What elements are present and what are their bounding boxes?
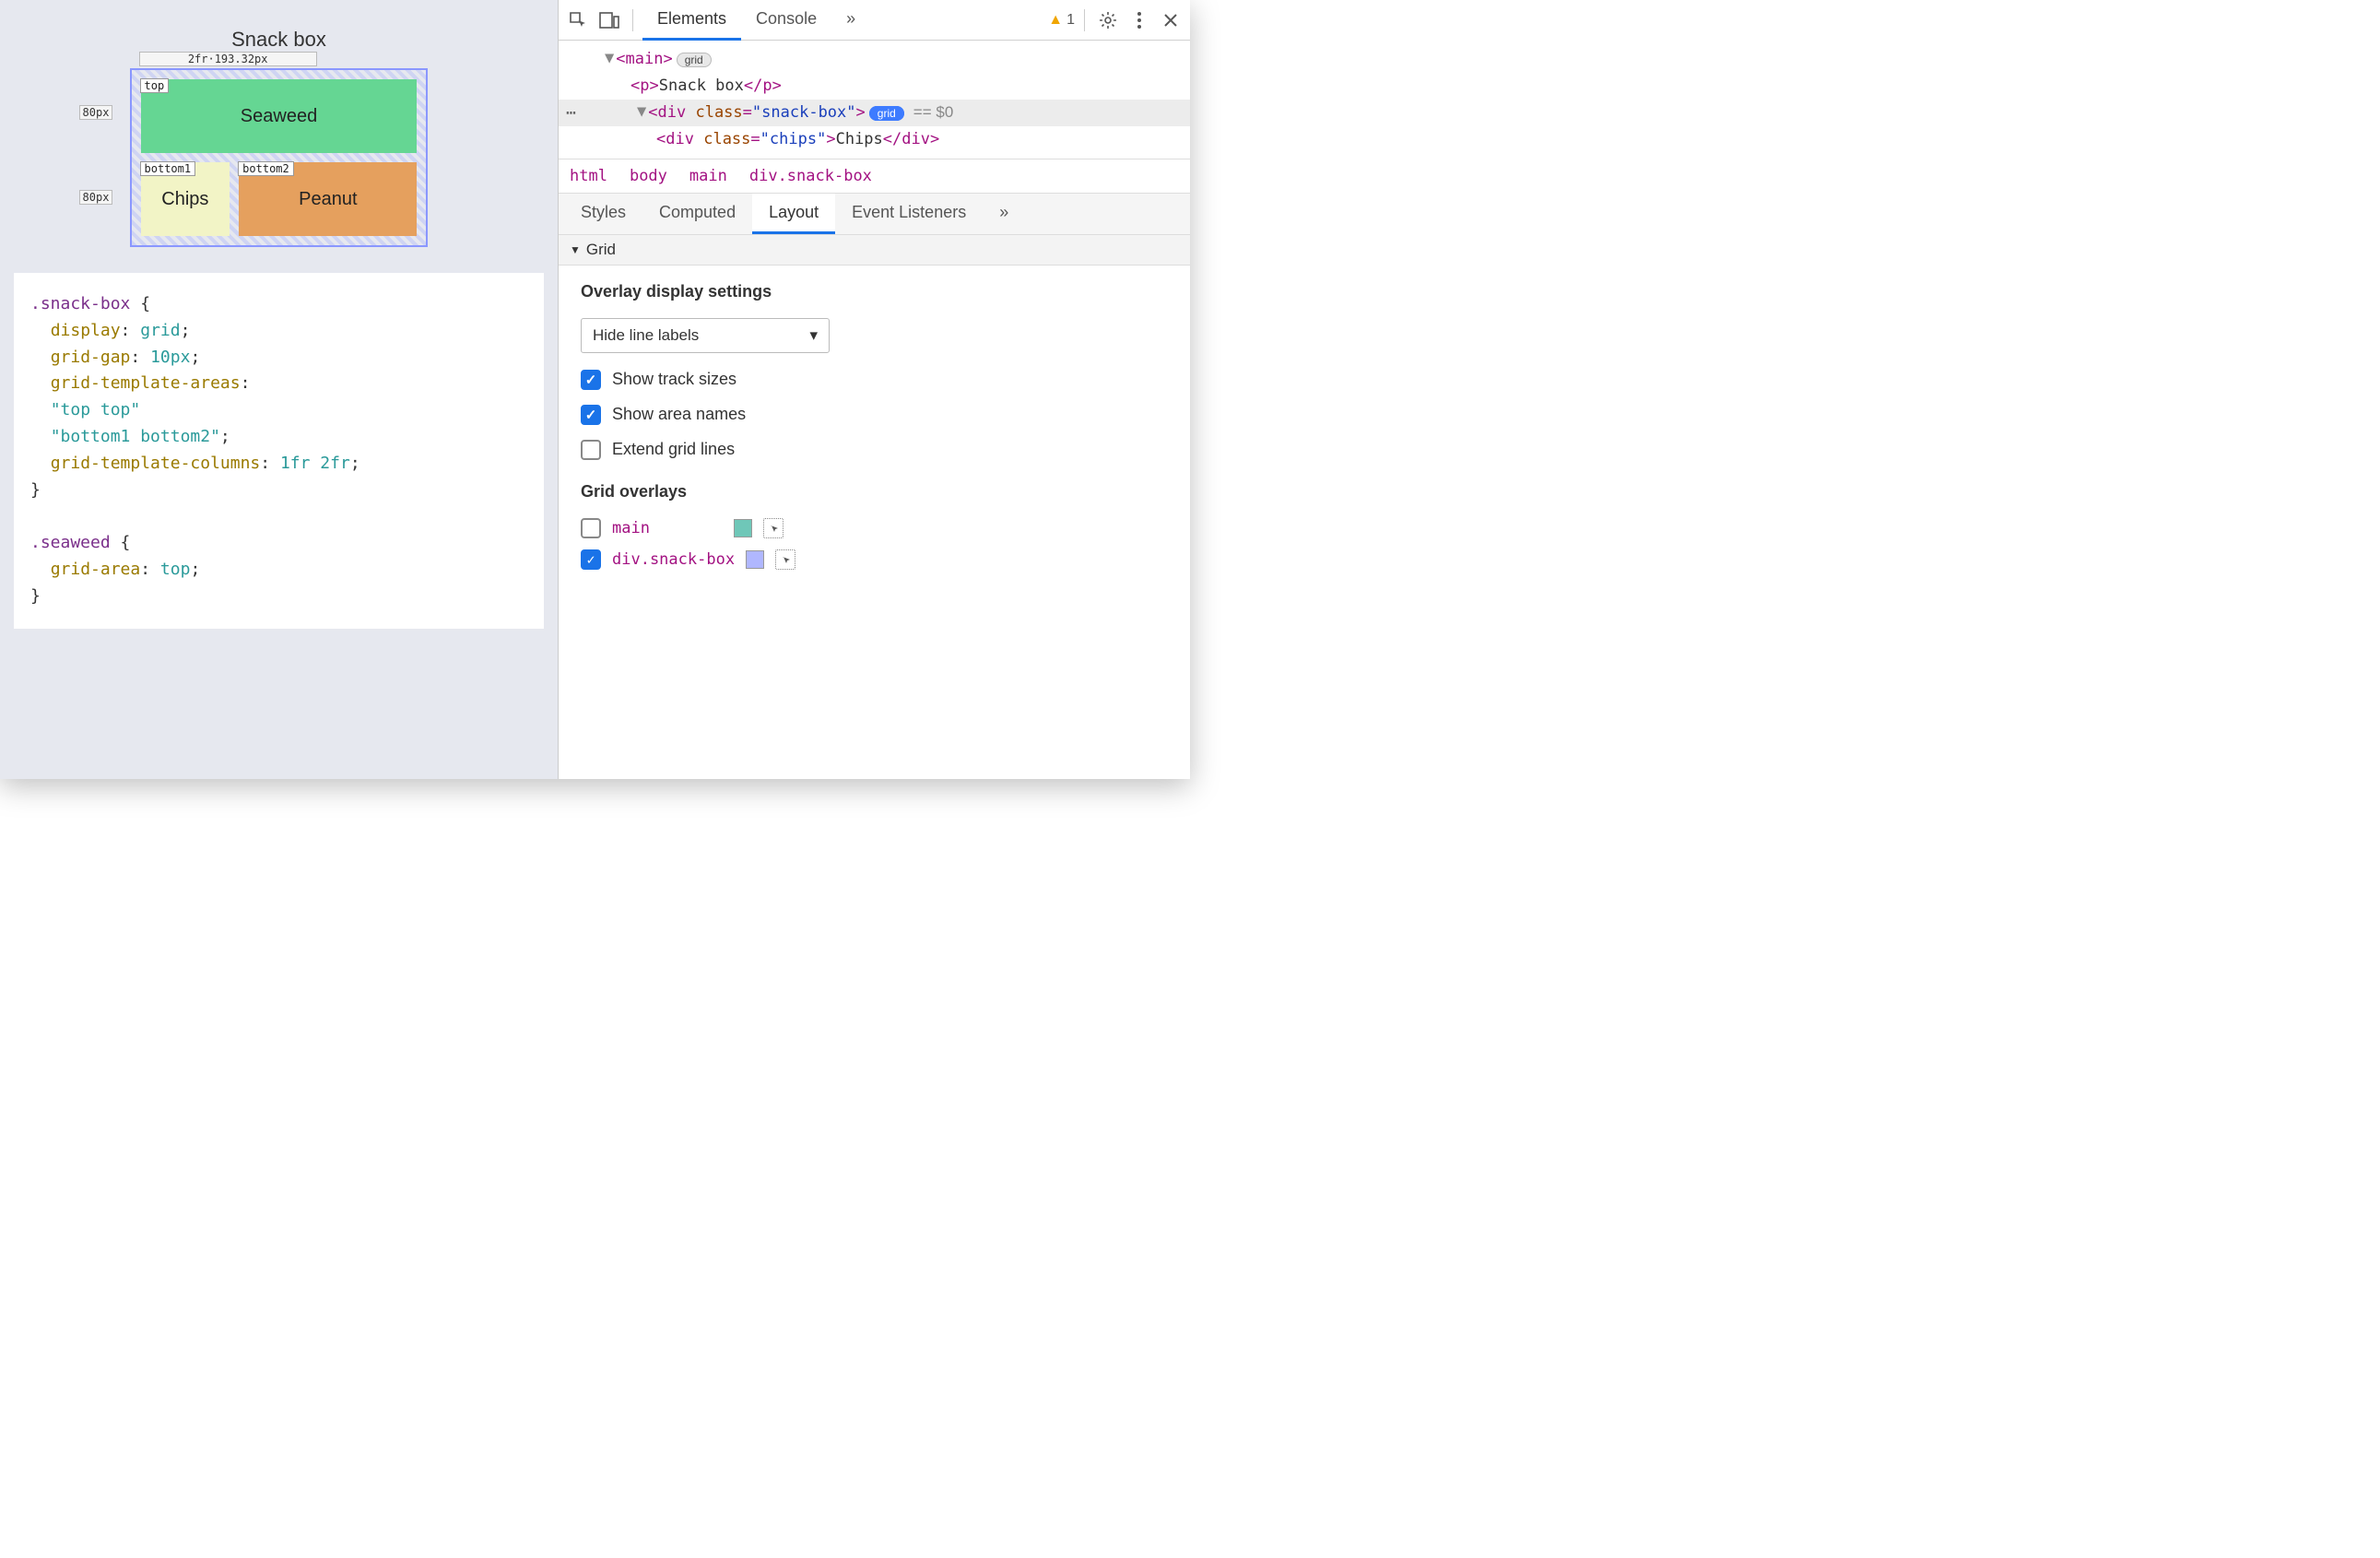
line-labels-dropdown[interactable]: Hide line labels ▾ xyxy=(581,318,830,353)
devtools-toolbar: Elements Console » ▲ 1 xyxy=(559,0,1190,41)
tab-more[interactable]: » xyxy=(831,0,870,41)
breadcrumb: html body main div.snack-box xyxy=(559,159,1190,194)
tab-more[interactable]: » xyxy=(983,194,1025,234)
tab-console[interactable]: Console xyxy=(741,0,831,41)
overlay-element-name: div.snack-box xyxy=(612,550,735,569)
inspect-overlay-icon[interactable] xyxy=(775,549,795,570)
grid-overlay-item: main xyxy=(581,518,1168,538)
option-label: Show track sizes xyxy=(612,370,736,389)
option-label: Extend grid lines xyxy=(612,440,735,459)
row-size-label: 80px xyxy=(79,190,113,205)
tab-layout[interactable]: Layout xyxy=(752,194,835,234)
overlay-settings-title: Overlay display settings xyxy=(581,282,1168,301)
inspect-overlay-icon[interactable] xyxy=(763,518,784,538)
layout-pane: Overlay display settings Hide line label… xyxy=(559,266,1190,779)
cell-text: Chips xyxy=(161,189,208,210)
tab-elements[interactable]: Elements xyxy=(642,0,741,41)
tab-computed[interactable]: Computed xyxy=(642,194,752,234)
cell-text: Seaweed xyxy=(241,106,317,127)
kebab-menu-icon[interactable] xyxy=(1125,6,1153,34)
color-swatch[interactable] xyxy=(734,519,752,537)
area-label: bottom1 xyxy=(140,161,196,176)
color-swatch[interactable] xyxy=(746,550,764,569)
gear-icon[interactable] xyxy=(1094,6,1122,34)
overlay-element-name: main xyxy=(612,519,723,537)
inspect-icon[interactable] xyxy=(564,6,592,34)
checkbox[interactable] xyxy=(581,440,601,460)
dom-selected-node[interactable]: ▼<div class="snack-box">grid== $0 xyxy=(559,100,1190,126)
device-toggle-icon[interactable] xyxy=(595,6,623,34)
warnings-badge[interactable]: ▲ 1 xyxy=(1048,12,1075,29)
overlay-option: Show area names xyxy=(581,405,1168,425)
divider xyxy=(632,9,633,31)
peanut-cell: bottom2 Peanut xyxy=(239,162,417,236)
page-title: Snack box xyxy=(14,28,544,52)
close-icon[interactable] xyxy=(1157,6,1184,34)
chevron-down-icon: ▾ xyxy=(809,326,818,345)
dom-tree[interactable]: ▼<main>grid <p>Snack box</p> ▼<div class… xyxy=(559,41,1190,159)
chevron-down-icon: ▼ xyxy=(570,243,581,256)
css-code-block: .snack-box { display: grid; grid-gap: 10… xyxy=(14,273,544,629)
styles-sub-tabs: Styles Computed Layout Event Listeners » xyxy=(559,194,1190,235)
row-size-label: 80px xyxy=(79,105,113,120)
checkbox[interactable] xyxy=(581,518,601,538)
rendered-page: Snack box 1fr·96.66px 2fr·193.32px 80px … xyxy=(0,0,558,779)
checkbox[interactable] xyxy=(581,549,601,570)
option-label: Show area names xyxy=(612,405,746,424)
tab-event-listeners[interactable]: Event Listeners xyxy=(835,194,983,234)
breadcrumb-item[interactable]: main xyxy=(678,159,738,193)
devtools-panel: Elements Console » ▲ 1 ▼<main>grid <p>Sn… xyxy=(558,0,1190,779)
checkbox[interactable] xyxy=(581,405,601,425)
chips-cell: bottom1 Chips xyxy=(141,162,230,236)
tab-styles[interactable]: Styles xyxy=(564,194,642,234)
overlay-option: Extend grid lines xyxy=(581,440,1168,460)
grid-section-header[interactable]: ▼ Grid xyxy=(559,235,1190,266)
divider xyxy=(1084,9,1085,31)
snack-box-grid: top Seaweed bottom1 Chips bottom2 Peanut xyxy=(130,68,429,247)
grid-overlay-item: div.snack-box xyxy=(581,549,1168,570)
area-label: top xyxy=(140,78,170,93)
checkbox[interactable] xyxy=(581,370,601,390)
grid-overlays-title: Grid overlays xyxy=(581,482,1168,502)
breadcrumb-item[interactable]: html xyxy=(559,159,619,193)
area-label: bottom2 xyxy=(238,161,294,176)
warning-icon: ▲ xyxy=(1048,12,1063,29)
seaweed-cell: top Seaweed xyxy=(141,79,418,153)
overlay-option: Show track sizes xyxy=(581,370,1168,390)
cell-text: Peanut xyxy=(299,189,357,210)
breadcrumb-item[interactable]: div.snack-box xyxy=(738,159,883,193)
col-size-label: 2fr·193.32px xyxy=(139,52,317,66)
breadcrumb-item[interactable]: body xyxy=(619,159,678,193)
warnings-count: 1 xyxy=(1066,12,1075,29)
grid-overlay-demo: 1fr·96.66px 2fr·193.32px 80px 80px top S… xyxy=(130,68,429,247)
